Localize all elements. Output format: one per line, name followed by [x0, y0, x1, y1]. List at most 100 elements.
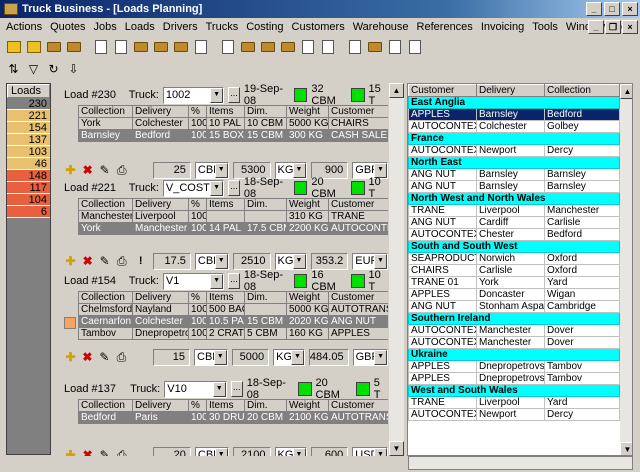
load-row[interactable]: 117	[7, 182, 50, 194]
column-header[interactable]: Delivery	[132, 105, 189, 118]
column-header[interactable]: Dim.	[244, 105, 287, 118]
column-header[interactable]: Delivery	[132, 399, 189, 412]
column-header[interactable]: Weight	[286, 291, 329, 304]
add-icon[interactable]: ✚	[64, 350, 77, 364]
edit-icon[interactable]: ✎	[98, 448, 111, 456]
column-header[interactable]: Collection	[78, 198, 133, 211]
driver-icon[interactable]	[64, 38, 83, 56]
region-group-row[interactable]: North East	[408, 156, 620, 169]
export-icon[interactable]: ⇩	[64, 60, 83, 78]
order-row[interactable]: APPLES Doncaster Wigan	[408, 288, 620, 301]
column-header[interactable]: Collection	[544, 84, 620, 97]
chevron-down-icon[interactable]: ▼	[374, 447, 388, 456]
menu-loads[interactable]: Loads	[121, 21, 159, 33]
doc-icon[interactable]	[298, 38, 317, 56]
doc-icon[interactable]	[91, 38, 110, 56]
volume-unit-select[interactable]: CBM ▼	[194, 348, 228, 366]
order-row[interactable]: AUTOCONTEX Colchester Golbey	[408, 120, 620, 133]
order-row[interactable]: CHAIRS Carlisle Oxford	[408, 264, 620, 277]
menu-jobs[interactable]: Jobs	[90, 21, 121, 33]
volume-unit-select[interactable]: CBM ▼	[194, 252, 229, 270]
region-group-row[interactable]: Southern Ireland	[408, 312, 620, 325]
scroll-up-button[interactable]: ▲	[389, 83, 404, 98]
column-header[interactable]: Delivery	[476, 84, 545, 97]
column-header[interactable]: Customer	[328, 399, 388, 412]
chevron-down-icon[interactable]: ▼	[212, 381, 226, 397]
currency-select[interactable]: EUR ▼	[352, 252, 388, 270]
column-header[interactable]: Delivery	[132, 291, 189, 304]
truck-icon[interactable]	[171, 38, 190, 56]
region-group-row[interactable]: West and South Wales	[408, 384, 620, 397]
column-header[interactable]: Dim.	[244, 291, 287, 304]
volume-unit-select[interactable]: CBM ▼	[194, 446, 229, 456]
order-row[interactable]: APPLES Barnsley Bedford	[408, 108, 620, 121]
chevron-down-icon[interactable]: ▼	[214, 253, 228, 269]
order-row[interactable]: ANG NUT Barnsley Barnsley	[408, 180, 620, 193]
load-row[interactable]: 46	[7, 158, 50, 170]
load-row[interactable]: 154	[7, 122, 50, 134]
truck-icon[interactable]	[131, 38, 150, 56]
table-row[interactable]: BedfordParis10030 DRUM20 CBM2100 KGAUTOT…	[78, 411, 388, 424]
menu-trucks[interactable]: Trucks	[202, 21, 243, 33]
order-row[interactable]: SEAPRODUCT Norwich Oxford	[408, 252, 620, 265]
column-header[interactable]: %	[188, 399, 207, 412]
column-header[interactable]: Collection	[78, 105, 133, 118]
chevron-down-icon[interactable]: ▼	[214, 162, 228, 178]
column-header[interactable]: Collection	[78, 291, 133, 304]
child-close-button[interactable]: ×	[622, 20, 638, 34]
column-header[interactable]: Collection	[78, 399, 133, 412]
region-group-row[interactable]: South and South West	[408, 240, 620, 253]
column-header[interactable]: %	[188, 198, 207, 211]
sort-icon[interactable]: ⇅	[4, 60, 23, 78]
doc-icon[interactable]	[385, 38, 404, 56]
doc-icon[interactable]	[318, 38, 337, 56]
load-row[interactable]: 137	[7, 134, 50, 146]
region-group-row[interactable]: East Anglia	[408, 96, 620, 109]
truck-icon[interactable]	[44, 38, 63, 56]
browse-button[interactable]: ...	[228, 87, 240, 103]
order-row[interactable]: AUTOCONTEX Manchester Dover	[408, 336, 620, 349]
column-header[interactable]: Items	[206, 198, 245, 211]
print-icon[interactable]: ⎙	[115, 163, 128, 178]
column-header[interactable]: Dim.	[244, 198, 287, 211]
order-row[interactable]: ANG NUT Barnsley Barnsley	[408, 168, 620, 181]
truck-icon[interactable]	[238, 38, 257, 56]
print-icon[interactable]: ⎙	[115, 254, 128, 269]
truck-icon[interactable]	[278, 38, 297, 56]
chevron-down-icon[interactable]: ▼	[213, 349, 227, 365]
chevron-down-icon[interactable]: ▼	[210, 87, 224, 103]
chevron-down-icon[interactable]: ▼	[374, 253, 388, 269]
column-header[interactable]: %	[188, 105, 207, 118]
menu-references[interactable]: References	[413, 21, 477, 33]
edit-icon[interactable]: ✎	[98, 163, 111, 177]
table-row[interactable]: YorkManchester10014 PAL17.5 CBM2200 KGAU…	[78, 222, 388, 235]
order-row[interactable]: AUTOCONTEX Newport Dercy	[408, 144, 620, 157]
scroll-down-button[interactable]: ▼	[620, 442, 632, 455]
main-scrollbar[interactable]: ▲ ▼	[389, 83, 404, 456]
weight-unit-select[interactable]: KG ▼	[273, 348, 305, 366]
load-row[interactable]: 103	[7, 146, 50, 158]
doc-icon[interactable]	[191, 38, 210, 56]
quote-icon[interactable]	[4, 38, 23, 56]
menu-drivers[interactable]: Drivers	[159, 21, 202, 33]
column-header[interactable]: Items	[206, 105, 245, 118]
currency-select[interactable]: USD ▼	[352, 446, 388, 456]
region-group-row[interactable]: France	[408, 132, 620, 145]
print-icon[interactable]: ⎙	[115, 448, 128, 457]
menu-quotes[interactable]: Quotes	[46, 21, 89, 33]
chevron-down-icon[interactable]: ▼	[374, 349, 388, 365]
add-icon[interactable]: ✚	[64, 254, 77, 268]
region-group-row[interactable]: Ukraine	[408, 348, 620, 361]
add-icon[interactable]: ✚	[64, 163, 77, 177]
add-icon[interactable]: ✚	[64, 448, 77, 456]
delete-icon[interactable]: ✖	[81, 448, 94, 456]
load-row[interactable]: 104	[7, 194, 50, 206]
table-row[interactable]: TambovDnepropetrovsk1002 CRATE5 CBM160 K…	[78, 327, 388, 340]
browse-button[interactable]: ...	[228, 180, 240, 196]
column-header[interactable]: Customer	[408, 84, 477, 97]
menu-costing[interactable]: Costing	[242, 21, 287, 33]
truck-icon[interactable]	[258, 38, 277, 56]
orders-scrollbar[interactable]: ▲ ▼	[620, 84, 632, 455]
column-header[interactable]: Customer	[328, 105, 388, 118]
menu-customers[interactable]: Customers	[288, 21, 349, 33]
